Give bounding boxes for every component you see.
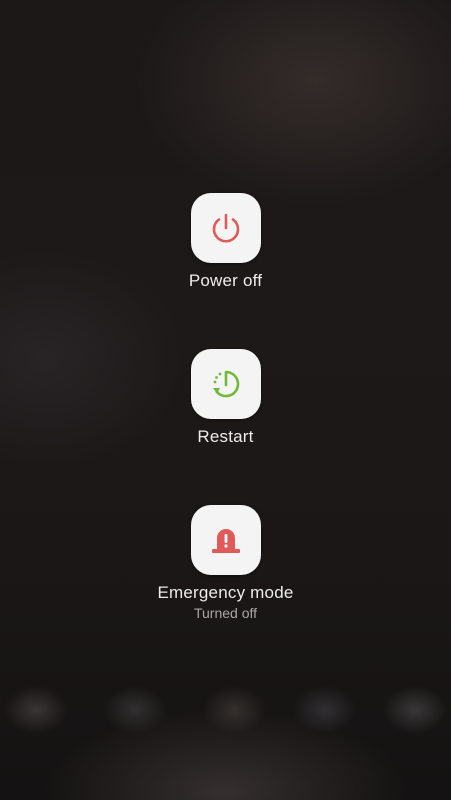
restart-label: Restart [197, 427, 254, 446]
siren-icon [211, 529, 240, 553]
power-icon [212, 213, 239, 243]
emergency-mode-status: Turned off [193, 605, 258, 621]
emergency-mode-label: Emergency mode [157, 583, 294, 602]
restart-button[interactable] [190, 349, 261, 419]
power-off-button[interactable] [190, 193, 261, 263]
restart-icon [212, 370, 239, 398]
power-off-option[interactable]: Power off [0, 193, 451, 291]
power-off-label: Power off [188, 271, 263, 290]
emergency-mode-option[interactable]: Emergency mode Turned off [0, 505, 451, 622]
blurred-background-apps [0, 670, 451, 750]
emergency-mode-button[interactable] [190, 505, 261, 575]
restart-option[interactable]: Restart [0, 349, 451, 447]
